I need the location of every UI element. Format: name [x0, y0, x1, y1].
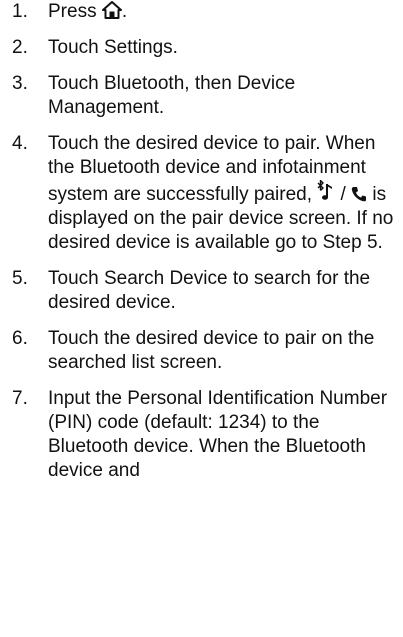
step-text: Touch Bluetooth, then Device Management.: [48, 73, 296, 118]
step-number: 3.: [12, 73, 28, 94]
pairing-steps-list: 1. Press . 2. Touch Settings. 3. Touch B…: [0, 0, 399, 483]
step-text: Input the Personal Identification Number…: [48, 388, 388, 481]
step-5: 5. Touch Search Device to search for the…: [0, 267, 399, 315]
icon-separator: /: [335, 184, 352, 205]
step-text: Press: [48, 1, 102, 22]
step-number: 6.: [12, 328, 28, 349]
step-text: Touch Search Device to search for the de…: [48, 268, 371, 313]
step-7: 7. Input the Personal Identification Num…: [0, 387, 399, 483]
step-number: 1.: [12, 1, 28, 22]
step-text: Touch the desired device to pair on the …: [48, 328, 375, 373]
instruction-document: 1. Press . 2. Touch Settings. 3. Touch B…: [0, 0, 403, 483]
step-2: 2. Touch Settings.: [0, 36, 399, 60]
step-number: 2.: [12, 37, 28, 58]
step-text-end: .: [121, 1, 128, 22]
step-3: 3. Touch Bluetooth, then Device Manageme…: [0, 72, 399, 120]
home-icon: [101, 1, 122, 19]
step-1: 1. Press .: [0, 0, 399, 24]
step-number: 7.: [12, 388, 28, 409]
step-text: Touch Settings.: [48, 37, 178, 58]
step-4: 4. Touch the desired device to pair. Whe…: [0, 132, 399, 255]
step-6: 6. Touch the desired device to pair on t…: [0, 327, 399, 375]
bluetooth-music-icon: [317, 180, 335, 202]
step-number: 4.: [12, 133, 28, 154]
phone-icon: [351, 186, 367, 202]
step-number: 5.: [12, 268, 28, 289]
